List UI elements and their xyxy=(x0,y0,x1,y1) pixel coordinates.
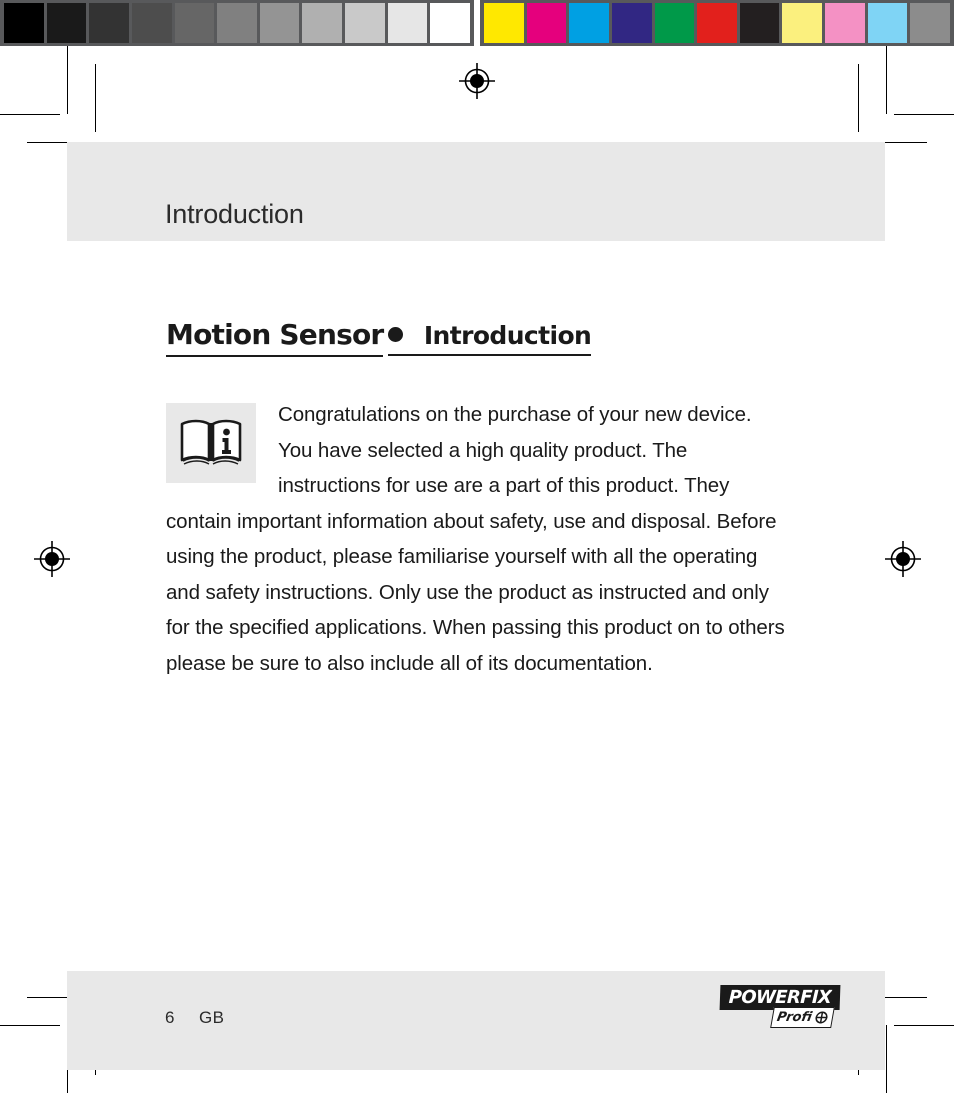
color-patch-9 xyxy=(867,3,908,43)
crop-mark-left-bottom-outer xyxy=(0,1025,60,1027)
grayscale-patch-4 xyxy=(174,3,215,43)
product-title: Motion Sensor xyxy=(166,318,384,358)
grayscale-patch-5 xyxy=(217,3,257,43)
color-patch-10 xyxy=(910,3,951,43)
page-number: 6 xyxy=(165,1008,175,1027)
color-patch-6 xyxy=(739,3,780,43)
grayscale-patch-10 xyxy=(430,3,471,43)
prepress-calibration-strip xyxy=(0,0,954,46)
color-patch-8 xyxy=(825,3,865,43)
color-patch-4 xyxy=(654,3,695,43)
registered-trademark-icon: ® xyxy=(832,985,841,997)
crop-mark-left-top-outer xyxy=(0,114,60,116)
page-footer-band: 6 GB POWERFIX ® Profi xyxy=(67,971,885,1070)
crop-mark-top-left-outer xyxy=(67,46,69,114)
grayscale-patch-7 xyxy=(302,3,343,43)
grayscale-patch-3 xyxy=(131,3,172,43)
profi-sublabel-text: Profi xyxy=(775,1010,814,1025)
grayscale-patch-8 xyxy=(345,3,385,43)
color-patch-7 xyxy=(782,3,823,43)
powerfix-brand-logo: POWERFIX ® Profi xyxy=(719,985,860,1037)
crop-mark-bottom-right-outer xyxy=(886,1025,888,1093)
color-patch-1 xyxy=(526,3,567,43)
crop-mark-top-right-inner xyxy=(858,64,860,132)
introduction-paragraph: Congratulations on the purchase of your … xyxy=(166,397,786,681)
color-patch-5 xyxy=(697,3,737,43)
grayscale-patch-6 xyxy=(259,3,300,43)
crop-mark-top-right-outer xyxy=(886,46,888,114)
color-patch-3 xyxy=(611,3,652,43)
page-sheet: Introduction Motion Sensor Introduction xyxy=(0,46,954,1093)
registration-target-top xyxy=(458,62,496,100)
process-color-patch-bar xyxy=(480,0,954,46)
grayscale-patch-0 xyxy=(4,3,44,43)
color-patch-2 xyxy=(569,3,609,43)
crop-mark-right-bottom-outer xyxy=(894,1025,954,1027)
section-heading-label: Introduction xyxy=(423,321,592,350)
section-heading: Introduction xyxy=(387,321,592,356)
grayscale-patch-2 xyxy=(89,3,129,43)
profi-sublabel: Profi xyxy=(770,1007,835,1028)
crosshair-target-icon xyxy=(815,1011,828,1024)
open-book-information-icon xyxy=(166,403,256,484)
grayscale-step-wedge xyxy=(0,0,474,46)
crop-mark-right-top-outer xyxy=(894,114,954,116)
crop-mark-top-left-inner xyxy=(95,64,97,132)
locale-code: GB xyxy=(199,1008,225,1027)
running-header-title: Introduction xyxy=(165,199,304,229)
registration-target-left xyxy=(33,540,71,578)
introduction-paragraph-text: Congratulations on the purchase of your … xyxy=(166,403,785,675)
grayscale-patch-1 xyxy=(46,3,87,43)
registration-target-right xyxy=(884,540,922,578)
page-header-band: Introduction xyxy=(67,142,885,241)
content-column: Motion Sensor Introduction Congratulatio… xyxy=(166,246,786,681)
grayscale-patch-9 xyxy=(387,3,428,43)
bullet-dot-icon xyxy=(387,327,403,342)
color-patch-0 xyxy=(484,3,524,43)
